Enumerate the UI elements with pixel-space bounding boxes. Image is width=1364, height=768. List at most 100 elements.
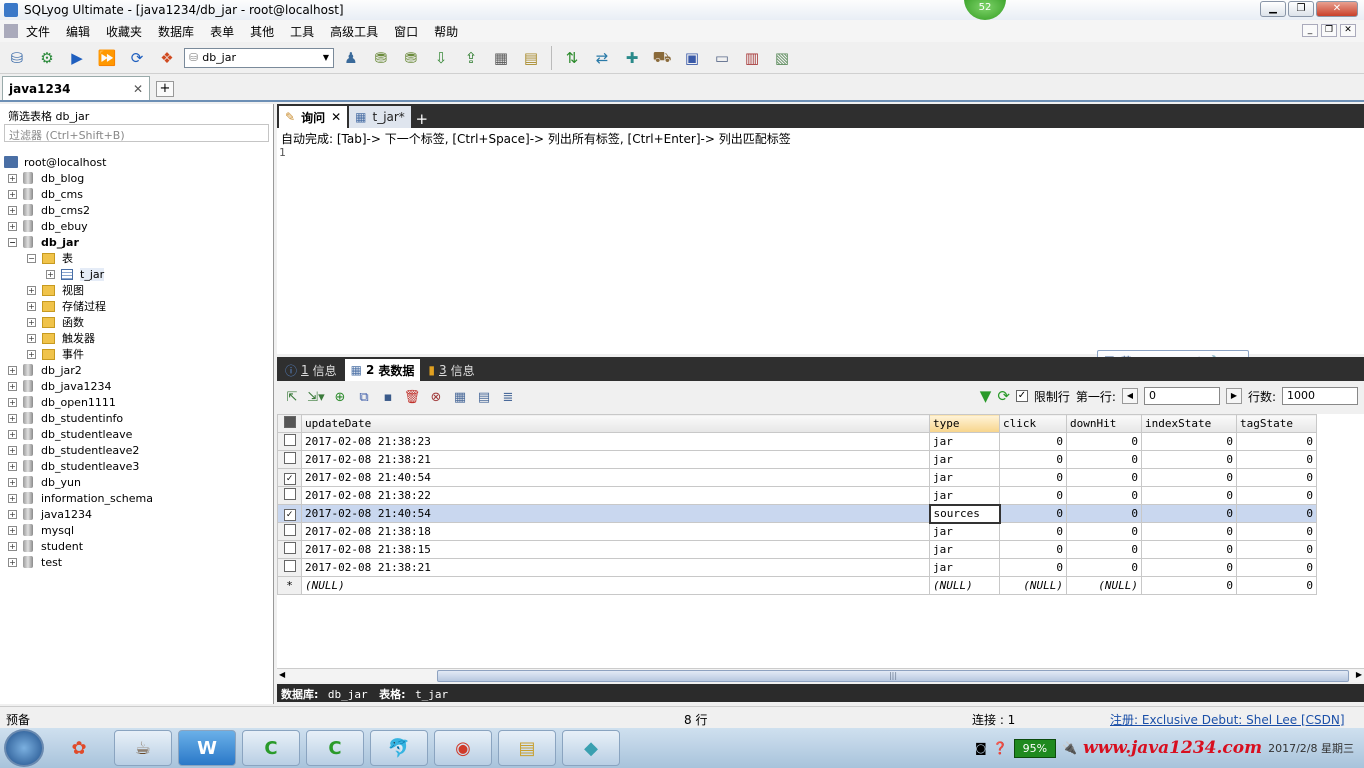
grid-cell[interactable]: (NULL): [1066, 576, 1142, 595]
grid-cell[interactable]: 0: [1236, 576, 1317, 595]
close-icon[interactable]: ✕: [133, 82, 143, 96]
connection-tab[interactable]: java1234 ✕: [2, 76, 150, 100]
delete-icon[interactable]: 🗑: [401, 386, 423, 408]
row-checkbox[interactable]: [277, 486, 302, 505]
menu-help[interactable]: 帮助: [426, 23, 466, 40]
row-checkbox[interactable]: [277, 432, 302, 451]
grid-cell[interactable]: 0: [1141, 504, 1237, 523]
tree-db-item[interactable]: + student: [4, 538, 153, 554]
grid-cell[interactable]: jar: [929, 486, 1000, 505]
taskbar-app[interactable]: C: [242, 730, 300, 766]
grid-cell[interactable]: 0: [1066, 522, 1142, 541]
grid-cell[interactable]: 0: [1236, 486, 1317, 505]
tree-table-item[interactable]: + t_jar: [4, 266, 153, 282]
taskbar-app[interactable]: ◉: [434, 730, 492, 766]
row-checkbox[interactable]: [277, 450, 302, 469]
import-icon[interactable]: ⇩: [428, 45, 454, 71]
expand-icon[interactable]: +: [8, 493, 17, 503]
row-checkbox[interactable]: [277, 540, 302, 559]
tab-table-data[interactable]: ▦ 2 表数据: [344, 359, 421, 381]
user-icon[interactable]: ♟: [338, 45, 364, 71]
connect-icon[interactable]: ⚙: [34, 45, 60, 71]
tree-db-item[interactable]: + db_studentinfo: [4, 410, 153, 426]
menu-advanced-tools[interactable]: 高级工具: [322, 23, 386, 40]
taskbar-app[interactable]: ☕: [114, 730, 172, 766]
horizontal-scrollbar[interactable]: ◀ ||| ▶: [277, 668, 1364, 682]
help-icon[interactable]: ❓: [993, 741, 1008, 755]
power-icon[interactable]: 🔌: [1062, 741, 1077, 755]
grid-cell[interactable]: 2017-02-08 21:38:18: [301, 522, 930, 541]
tree-db-item[interactable]: + db_jar2: [4, 362, 153, 378]
table-row[interactable]: 2017-02-08 21:38:22 jar 0 0 0 0: [277, 486, 1317, 505]
taskbar-app[interactable]: ✿: [50, 730, 108, 766]
taskbar-app[interactable]: C: [306, 730, 364, 766]
rows-input[interactable]: 1000: [1282, 387, 1358, 405]
expand-icon[interactable]: +: [27, 285, 36, 295]
tree-db-item[interactable]: + java1234: [4, 506, 153, 522]
close-icon[interactable]: ✕: [331, 110, 341, 124]
tree-folder[interactable]: + 事件: [4, 346, 153, 362]
grid-cell[interactable]: 0: [999, 504, 1067, 523]
grid-cell[interactable]: 0: [1066, 558, 1142, 577]
tree-db-current[interactable]: − db_jar: [4, 234, 153, 250]
tree-db-item[interactable]: + db_cms2: [4, 202, 153, 218]
expand-icon[interactable]: +: [8, 413, 17, 423]
grid-cell[interactable]: (NULL): [301, 576, 930, 595]
start-button[interactable]: [4, 729, 44, 767]
expand-icon[interactable]: +: [46, 269, 55, 279]
grid-view-icon[interactable]: ▦: [449, 386, 471, 408]
menu-edit[interactable]: 编辑: [58, 23, 98, 40]
expand-icon[interactable]: +: [8, 189, 17, 199]
grid-cell[interactable]: (NULL): [999, 576, 1067, 595]
grid-cell[interactable]: 0: [999, 486, 1067, 505]
mdi-minimize-button[interactable]: _: [1302, 24, 1318, 37]
menu-database[interactable]: 数据库: [150, 23, 202, 40]
table-row[interactable]: 2017-02-08 21:38:23 jar 0 0 0 0: [277, 432, 1317, 451]
execute-all-icon[interactable]: ⏩: [94, 45, 120, 71]
grid-cell[interactable]: jar: [929, 468, 1000, 487]
tree-db-item[interactable]: + db_cms: [4, 186, 153, 202]
expand-icon[interactable]: +: [8, 397, 17, 407]
tree-folder[interactable]: + 存储过程: [4, 298, 153, 314]
expand-icon[interactable]: +: [27, 317, 36, 327]
schema-sync-icon[interactable]: ✚: [619, 45, 645, 71]
menu-tools[interactable]: 工具: [282, 23, 322, 40]
grid-cell[interactable]: 0: [1066, 540, 1142, 559]
tab-query[interactable]: ✎ 询问 ✕: [279, 106, 348, 128]
grid-cell[interactable]: 0: [1066, 432, 1142, 451]
tree-db-item[interactable]: + test: [4, 554, 153, 570]
grid-cell[interactable]: 0: [1141, 558, 1237, 577]
grid-cell[interactable]: 0: [999, 522, 1067, 541]
export-icon[interactable]: ⇱: [281, 386, 303, 408]
tree-db-item[interactable]: + db_ebuy: [4, 218, 153, 234]
data-sync-icon[interactable]: ⇄: [589, 45, 615, 71]
prev-page-button[interactable]: ◀: [1121, 388, 1138, 404]
row-checkbox[interactable]: [277, 558, 302, 577]
grid-cell[interactable]: 0: [1066, 468, 1142, 487]
grid-cell[interactable]: jar: [929, 450, 1000, 469]
clock-date[interactable]: 2017/2/8 星期三: [1268, 742, 1354, 755]
tray-icon[interactable]: ◙: [975, 741, 987, 755]
grid-cell[interactable]: 0: [1066, 450, 1142, 469]
expand-icon[interactable]: +: [8, 557, 17, 567]
grid-cell[interactable]: 2017-02-08 21:38:15: [301, 540, 930, 559]
new-row[interactable]: * (NULL) (NULL) (NULL) (NULL) 0 0: [277, 576, 1317, 595]
taskbar-app[interactable]: 🐬: [370, 730, 428, 766]
col-header[interactable]: type: [929, 414, 1000, 433]
grid-cell[interactable]: 0: [1141, 432, 1237, 451]
col-header[interactable]: click: [999, 414, 1067, 433]
monitor-icon[interactable]: ▭: [709, 45, 735, 71]
collapse-icon[interactable]: −: [27, 253, 36, 263]
scheduler-icon[interactable]: ▥: [739, 45, 765, 71]
new-connection-icon[interactable]: ⛁: [4, 45, 30, 71]
col-header[interactable]: downHit: [1066, 414, 1142, 433]
windows-icon[interactable]: ❖: [154, 45, 180, 71]
save-icon[interactable]: ▪: [377, 386, 399, 408]
expand-icon[interactable]: +: [27, 301, 36, 311]
create-db-icon[interactable]: ⛃: [368, 45, 394, 71]
grid-cell[interactable]: 0: [999, 450, 1067, 469]
col-header[interactable]: updateDate: [301, 414, 930, 433]
grid-cell[interactable]: 2017-02-08 21:38:21: [301, 450, 930, 469]
tree-db-item[interactable]: + db_yun: [4, 474, 153, 490]
grid-cell[interactable]: 0: [1141, 522, 1237, 541]
